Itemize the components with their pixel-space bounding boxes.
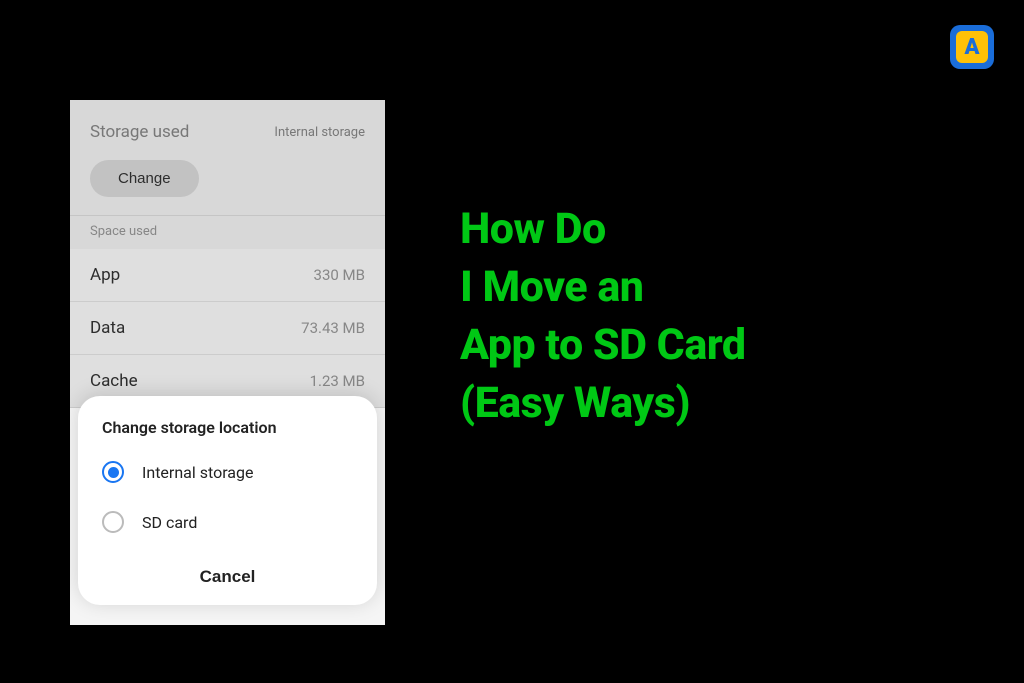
app-logo: A bbox=[950, 25, 994, 69]
app-size-row[interactable]: App 330 MB bbox=[70, 249, 385, 302]
space-used-section-label: Space used bbox=[70, 215, 385, 249]
clear-data-button[interactable]: Clear data bbox=[100, 610, 150, 623]
data-label: Data bbox=[90, 318, 125, 338]
background-settings-page: Storage used Internal storage Change Spa… bbox=[70, 100, 385, 408]
sd-card-option[interactable]: SD card bbox=[78, 497, 377, 547]
app-value: 330 MB bbox=[314, 266, 365, 284]
data-value: 73.43 MB bbox=[301, 319, 365, 337]
title-line-3: App to SD Card bbox=[460, 316, 746, 374]
storage-location-label: Internal storage bbox=[274, 125, 365, 140]
storage-header: Storage used Internal storage bbox=[70, 100, 385, 160]
clear-cache-button[interactable]: Clear cache bbox=[298, 610, 356, 623]
sd-card-option-label: SD card bbox=[142, 513, 197, 532]
cache-label: Cache bbox=[90, 371, 138, 391]
storage-used-title: Storage used bbox=[90, 122, 189, 142]
data-size-row[interactable]: Data 73.43 MB bbox=[70, 302, 385, 355]
radio-unselected-icon bbox=[102, 511, 124, 533]
change-storage-dialog: Change storage location Internal storage… bbox=[78, 396, 377, 605]
phone-screenshot: Storage used Internal storage Change Spa… bbox=[70, 100, 385, 625]
internal-storage-option-label: Internal storage bbox=[142, 463, 253, 482]
radio-selected-icon bbox=[102, 461, 124, 483]
app-label: App bbox=[90, 265, 120, 285]
dialog-title: Change storage location bbox=[78, 418, 377, 447]
change-button[interactable]: Change bbox=[90, 160, 199, 197]
article-title: How Do I Move an App to SD Card (Easy Wa… bbox=[460, 200, 746, 432]
cache-value: 1.23 MB bbox=[310, 372, 365, 390]
bottom-action-row: Clear data Clear cache bbox=[70, 604, 385, 625]
title-line-2: I Move an bbox=[460, 258, 746, 316]
internal-storage-option[interactable]: Internal storage bbox=[78, 447, 377, 497]
title-line-4: (Easy Ways) bbox=[460, 374, 746, 432]
logo-letter: A bbox=[956, 31, 988, 63]
cancel-button[interactable]: Cancel bbox=[78, 547, 377, 605]
title-line-1: How Do bbox=[460, 200, 746, 258]
